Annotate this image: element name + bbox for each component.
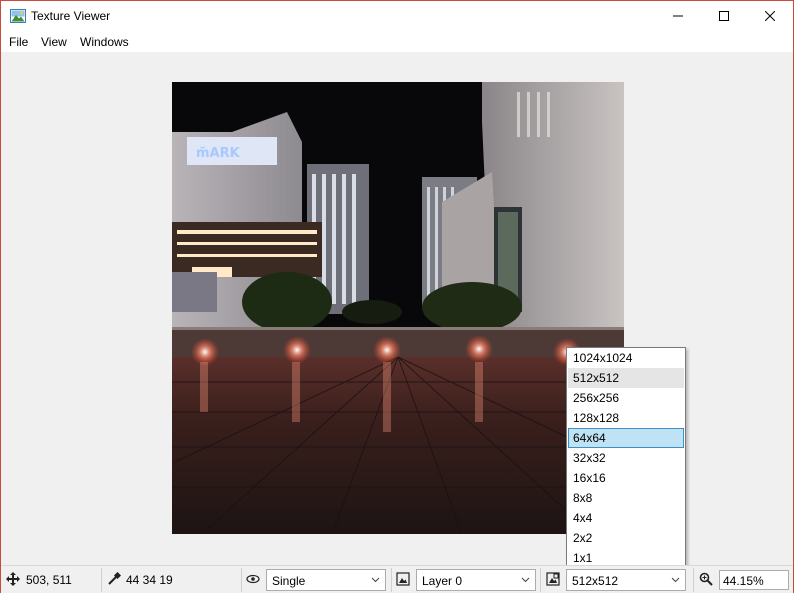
status-separator (101, 568, 102, 592)
zoom-value: 44.15% (723, 574, 764, 588)
chevron-down-icon (371, 577, 380, 583)
menu-view[interactable]: View (41, 35, 67, 49)
mip-option-64[interactable]: 64x64 (568, 428, 684, 448)
layer-select[interactable]: Layer 0 (416, 569, 536, 591)
status-bar: 503, 511 44 34 19 Single Layer 0 512x512… (1, 565, 793, 593)
mip-option-8[interactable]: 8x8 (568, 488, 684, 508)
chevron-down-icon (521, 577, 530, 583)
mip-option-16[interactable]: 16x16 (568, 468, 684, 488)
mip-level-icon (546, 572, 560, 586)
eye-icon (246, 574, 260, 584)
status-separator (540, 568, 541, 592)
mip-level-select[interactable]: 512x512 (566, 569, 686, 591)
pixel-value: 44 34 19 (126, 573, 173, 587)
texture-viewer-window: Texture Viewer File View Windows m̃ARK 1… (0, 0, 794, 593)
status-separator (241, 568, 242, 592)
mip-option-1024[interactable]: 1024x1024 (568, 348, 684, 368)
menu-windows[interactable]: Windows (80, 35, 129, 49)
cursor-position: 503, 511 (26, 573, 72, 587)
mip-level-dropdown-list[interactable]: 1024x1024 512x512 256x256 128x128 64x64 … (566, 347, 686, 567)
close-button[interactable] (747, 1, 793, 31)
minimize-icon (673, 15, 683, 17)
texture-image[interactable]: m̃ARK (172, 82, 624, 534)
picture-app-icon (10, 9, 26, 23)
mip-level-value: 512x512 (572, 574, 619, 588)
move-cursor-icon (6, 572, 20, 586)
channel-mode-select[interactable]: Single (266, 569, 386, 591)
mip-option-512[interactable]: 512x512 (568, 368, 684, 388)
menu-file[interactable]: File (9, 35, 28, 49)
title-bar[interactable]: Texture Viewer (1, 1, 793, 31)
texture-scene-image: m̃ARK (172, 82, 624, 534)
maximize-icon (719, 11, 729, 21)
layer-icon (396, 572, 410, 586)
mip-option-4[interactable]: 4x4 (568, 508, 684, 528)
chevron-down-icon (671, 577, 680, 583)
zoom-icon (699, 572, 713, 586)
mip-option-128[interactable]: 128x128 (568, 408, 684, 428)
neon-sign: m̃ARK (196, 146, 241, 161)
zoom-input[interactable]: 44.15% (719, 570, 789, 590)
mip-option-256[interactable]: 256x256 (568, 388, 684, 408)
mip-option-32[interactable]: 32x32 (568, 448, 684, 468)
channel-mode-value: Single (272, 574, 306, 588)
eyedropper-icon (108, 572, 121, 585)
status-separator (693, 568, 694, 592)
minimize-button[interactable] (655, 1, 701, 31)
status-separator (391, 568, 392, 592)
close-icon (765, 11, 775, 21)
maximize-button[interactable] (701, 1, 747, 31)
mip-option-2[interactable]: 2x2 (568, 528, 684, 548)
window-title: Texture Viewer (31, 9, 111, 23)
layer-value: Layer 0 (422, 574, 463, 588)
menu-bar: File View Windows (1, 31, 793, 52)
